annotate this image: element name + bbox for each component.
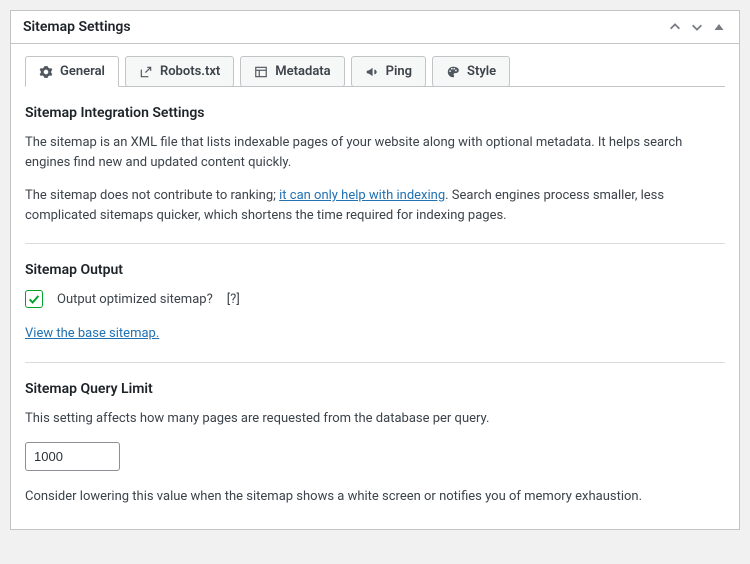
tab-label: General [60,64,105,79]
divider [25,243,725,244]
panel-actions [667,19,727,35]
tab-metadata[interactable]: Metadata [240,56,344,87]
tab-ping[interactable]: Ping [351,56,426,87]
tab-robots[interactable]: Robots.txt [125,56,234,87]
palette-icon [446,65,460,79]
share-icon [139,65,153,79]
tab-label: Style [467,64,496,79]
output-checkbox-label: Output optimized sitemap? [57,292,213,307]
output-checkbox-row: Output optimized sitemap? [?] [25,290,725,308]
help-icon[interactable]: [?] [227,292,240,307]
tab-style[interactable]: Style [432,56,510,87]
query-limit-input[interactable] [25,442,120,471]
query-limit-p2: Consider lowering this value when the si… [25,487,725,507]
sitemap-settings-panel: Sitemap Settings General Robots.txt [10,10,740,530]
tab-underline [25,86,725,87]
indexing-link[interactable]: it can only help with indexing [279,188,445,203]
tab-general[interactable]: General [25,56,119,87]
p2-before: The sitemap does not contribute to ranki… [25,188,279,203]
tab-label: Ping [386,64,412,79]
megaphone-icon [365,65,379,79]
panel-body: Sitemap Integration Settings The sitemap… [11,87,739,529]
tab-label: Metadata [275,64,330,79]
layout-icon [254,65,268,79]
gear-icon [39,65,53,79]
integration-heading: Sitemap Integration Settings [25,105,725,121]
integration-p1: The sitemap is an XML file that lists in… [25,133,725,172]
query-limit-heading: Sitemap Query Limit [25,381,725,397]
view-sitemap-row: View the base sitemap. [25,324,725,344]
panel-title: Sitemap Settings [23,19,131,35]
panel-header: Sitemap Settings [11,11,739,44]
divider [25,362,725,363]
query-limit-p1: This setting affects how many pages are … [25,409,725,429]
chevron-up-icon[interactable] [667,19,683,35]
output-checkbox[interactable] [25,290,43,308]
collapse-toggle-icon[interactable] [711,19,727,35]
view-sitemap-link[interactable]: View the base sitemap. [25,326,159,341]
tab-label: Robots.txt [160,64,220,79]
output-heading: Sitemap Output [25,262,725,278]
integration-p2: The sitemap does not contribute to ranki… [25,186,725,225]
tabs-nav: General Robots.txt Metadata Ping Style [11,44,739,87]
chevron-down-icon[interactable] [689,19,705,35]
